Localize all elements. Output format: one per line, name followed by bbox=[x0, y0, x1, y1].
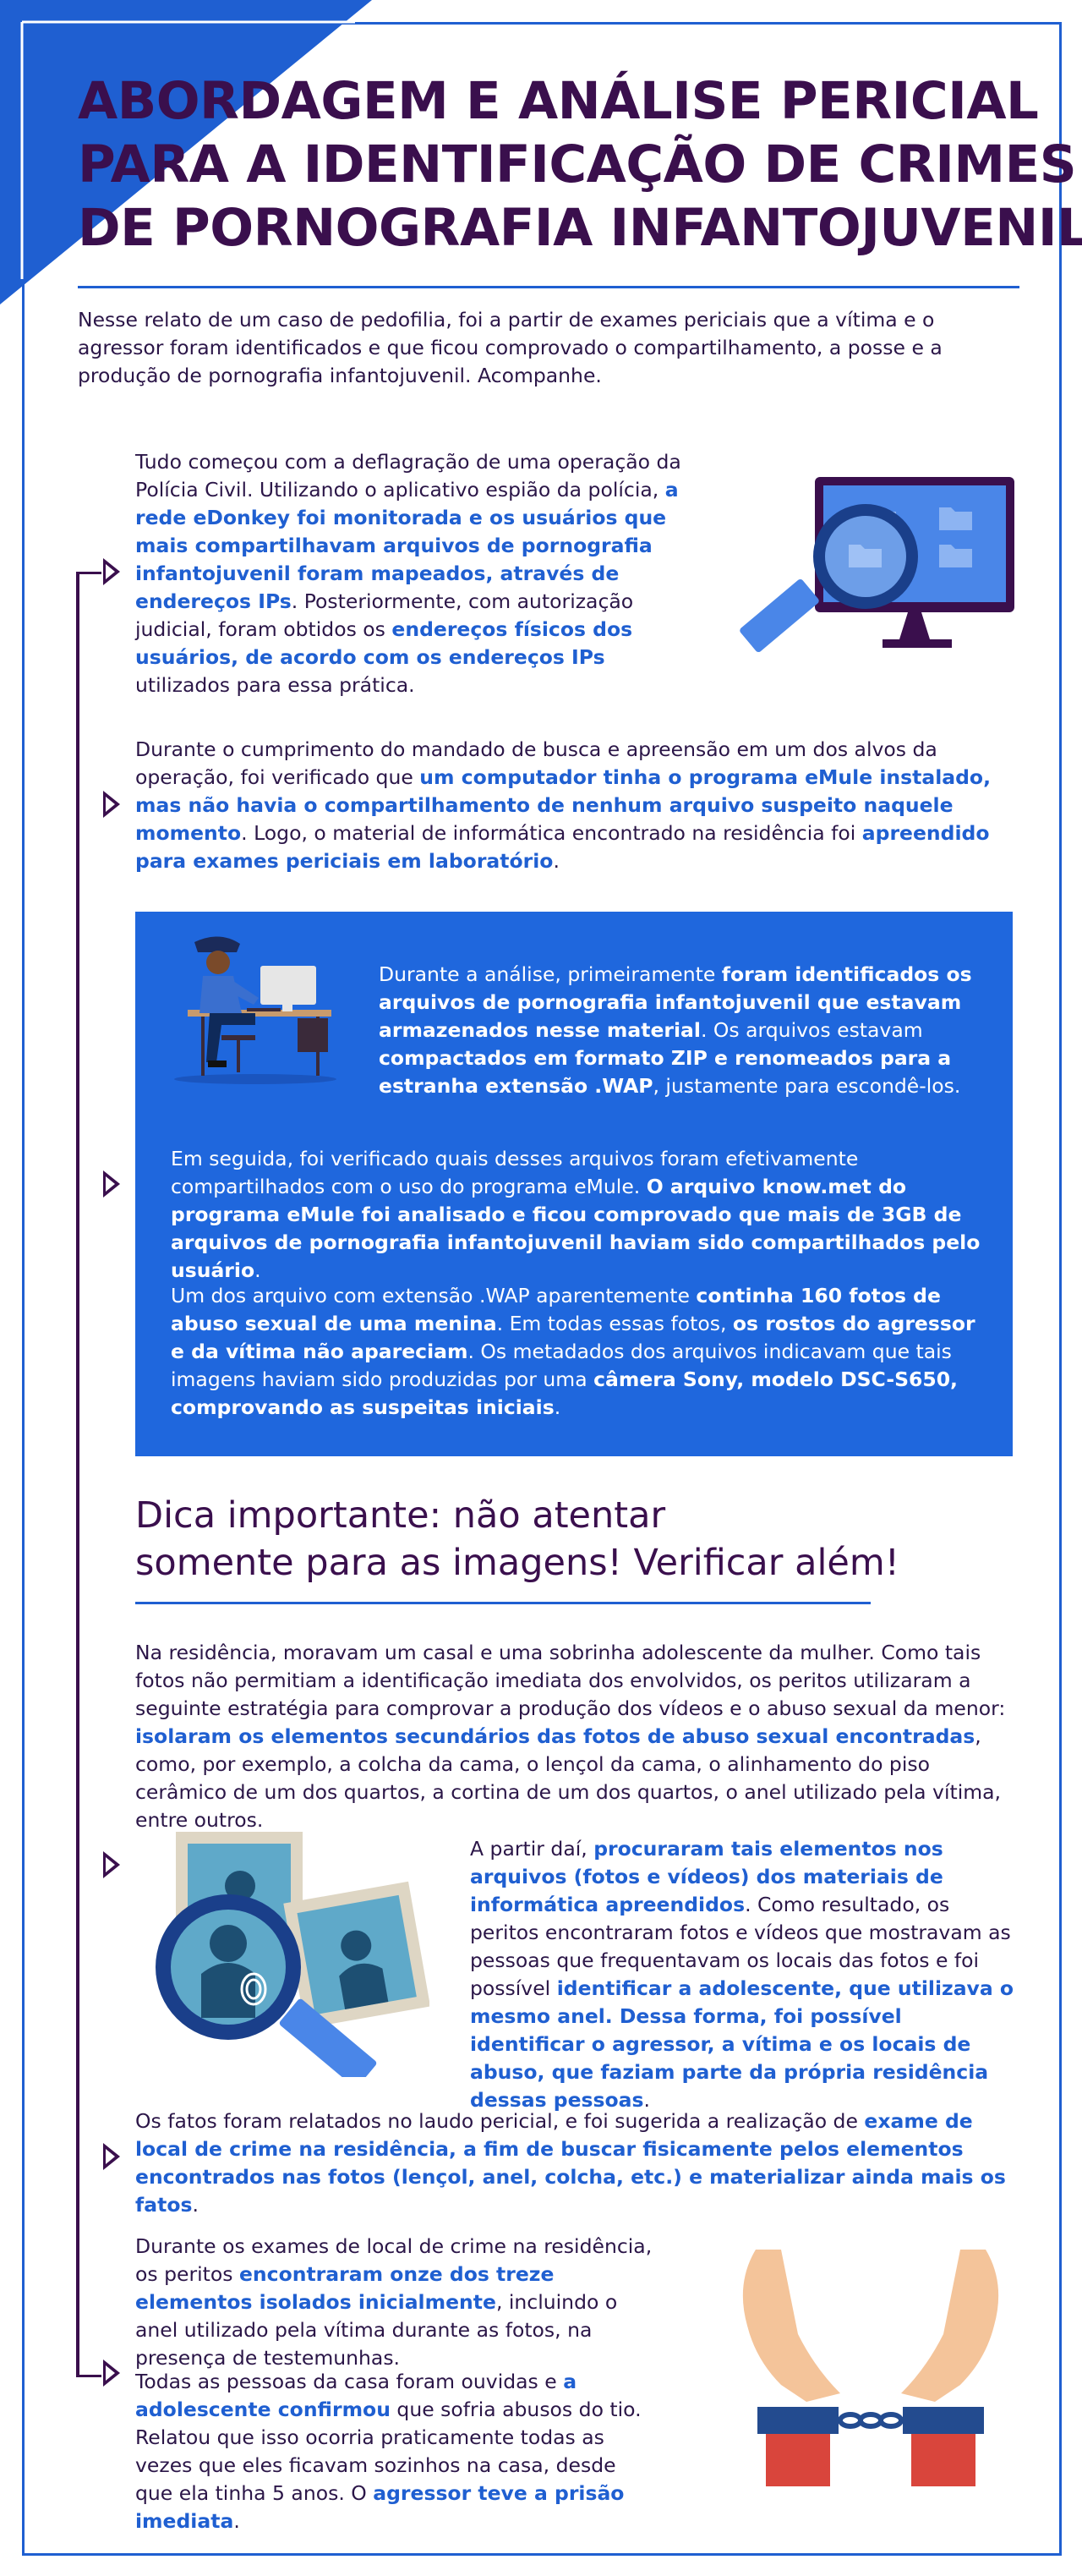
tip-divider bbox=[135, 1602, 871, 1604]
text-run: . Em todas essas fotos, bbox=[496, 1312, 733, 1335]
text-run: . bbox=[553, 849, 560, 873]
handcuffed-hands-icon bbox=[742, 2250, 999, 2486]
timeline-arrow-icon bbox=[103, 791, 120, 818]
investigator-at-computer-icon bbox=[174, 936, 336, 1084]
highlight-run: isolaram os elementos secundários das fo… bbox=[135, 1724, 975, 1748]
tip-line-2: somente para as imagens! Verificar além! bbox=[135, 1542, 900, 1584]
text-run: A partir daí, bbox=[470, 1837, 594, 1861]
text-run: Na residência, moravam um casal e uma so… bbox=[135, 1641, 1006, 1720]
text-run: . bbox=[192, 2193, 199, 2217]
text-run: . Logo, o material de informática encont… bbox=[241, 821, 862, 845]
section-findings: A partir daí, procuraram tais elementos … bbox=[470, 1835, 1019, 2114]
text-run: . Os arquivos estavam bbox=[700, 1018, 923, 1042]
timeline-arrow-icon bbox=[103, 2143, 120, 2170]
text-run: Durante a análise, primeiramente bbox=[379, 962, 722, 986]
text-run: Um dos arquivo com extensão .WAP aparent… bbox=[171, 1284, 697, 1307]
section-operation: Tudo começou com a deflagração de uma op… bbox=[135, 448, 685, 699]
timeline-arrow-icon bbox=[103, 1170, 120, 1198]
timeline-arrow-icon bbox=[103, 2360, 120, 2387]
text-run: . bbox=[254, 1258, 261, 1282]
tip-heading: Dica importante: não atentar somente par… bbox=[135, 1492, 900, 1587]
text-run: , justamente para escondê-los. bbox=[653, 1074, 961, 1098]
title-line-2: PARA A IDENTIFICAÇÃO DE CRIMES bbox=[78, 134, 1077, 195]
section-crime-scene: Durante os exames de local de crime na r… bbox=[135, 2233, 659, 2372]
text-run: Todas as pessoas da casa foram ouvidas e bbox=[135, 2370, 564, 2393]
tip-line-1: Dica importante: não atentar bbox=[135, 1494, 666, 1537]
monitor-magnifier-icon bbox=[740, 477, 1014, 653]
section-search-warrant: Durante o cumprimento do mandado de busc… bbox=[135, 736, 1023, 875]
title-line-1: ABORDAGEM E ANÁLISE PERICIAL bbox=[78, 71, 1039, 131]
text-run: Tudo começou com a deflagração de uma op… bbox=[135, 450, 681, 501]
intro-text: Nesse relato de um caso de pedofilia, fo… bbox=[78, 308, 943, 387]
timeline-arrow-icon bbox=[103, 1851, 120, 1878]
title-line-3: DE PORNOGRAFIA INFANTOJUVENIL bbox=[78, 198, 1082, 258]
text-run: utilizados para essa prática. bbox=[135, 673, 415, 697]
intro-paragraph: Nesse relato de um caso de pedofilia, fo… bbox=[78, 306, 1008, 390]
timeline-tick bbox=[76, 2375, 101, 2377]
section-conclusion: Todas as pessoas da casa foram ouvidas e… bbox=[135, 2368, 659, 2535]
timeline-arrow-icon bbox=[103, 558, 120, 585]
page-title: ABORDAGEM E ANÁLISE PERICIAL PARA A IDEN… bbox=[78, 69, 1082, 260]
text-run: Os fatos foram relatados no laudo perici… bbox=[135, 2109, 865, 2133]
section-strategy: Na residência, moravam um casal e uma so… bbox=[135, 1639, 1023, 1834]
section-sharing: Em seguida, foi verificado quais desses … bbox=[171, 1145, 982, 1285]
text-run: . bbox=[233, 2509, 240, 2533]
section-report: Os fatos foram relatados no laudo perici… bbox=[135, 2107, 1023, 2219]
photos-fingerprint-icon bbox=[156, 1832, 429, 2077]
timeline-line bbox=[76, 572, 79, 2376]
section-metadata: Um dos arquivo com extensão .WAP aparent… bbox=[171, 1282, 982, 1422]
section-analysis: Durante a análise, primeiramente foram i… bbox=[379, 961, 987, 1100]
timeline-tick bbox=[76, 572, 101, 574]
title-divider bbox=[78, 286, 1019, 288]
text-run: . bbox=[554, 1395, 561, 1419]
